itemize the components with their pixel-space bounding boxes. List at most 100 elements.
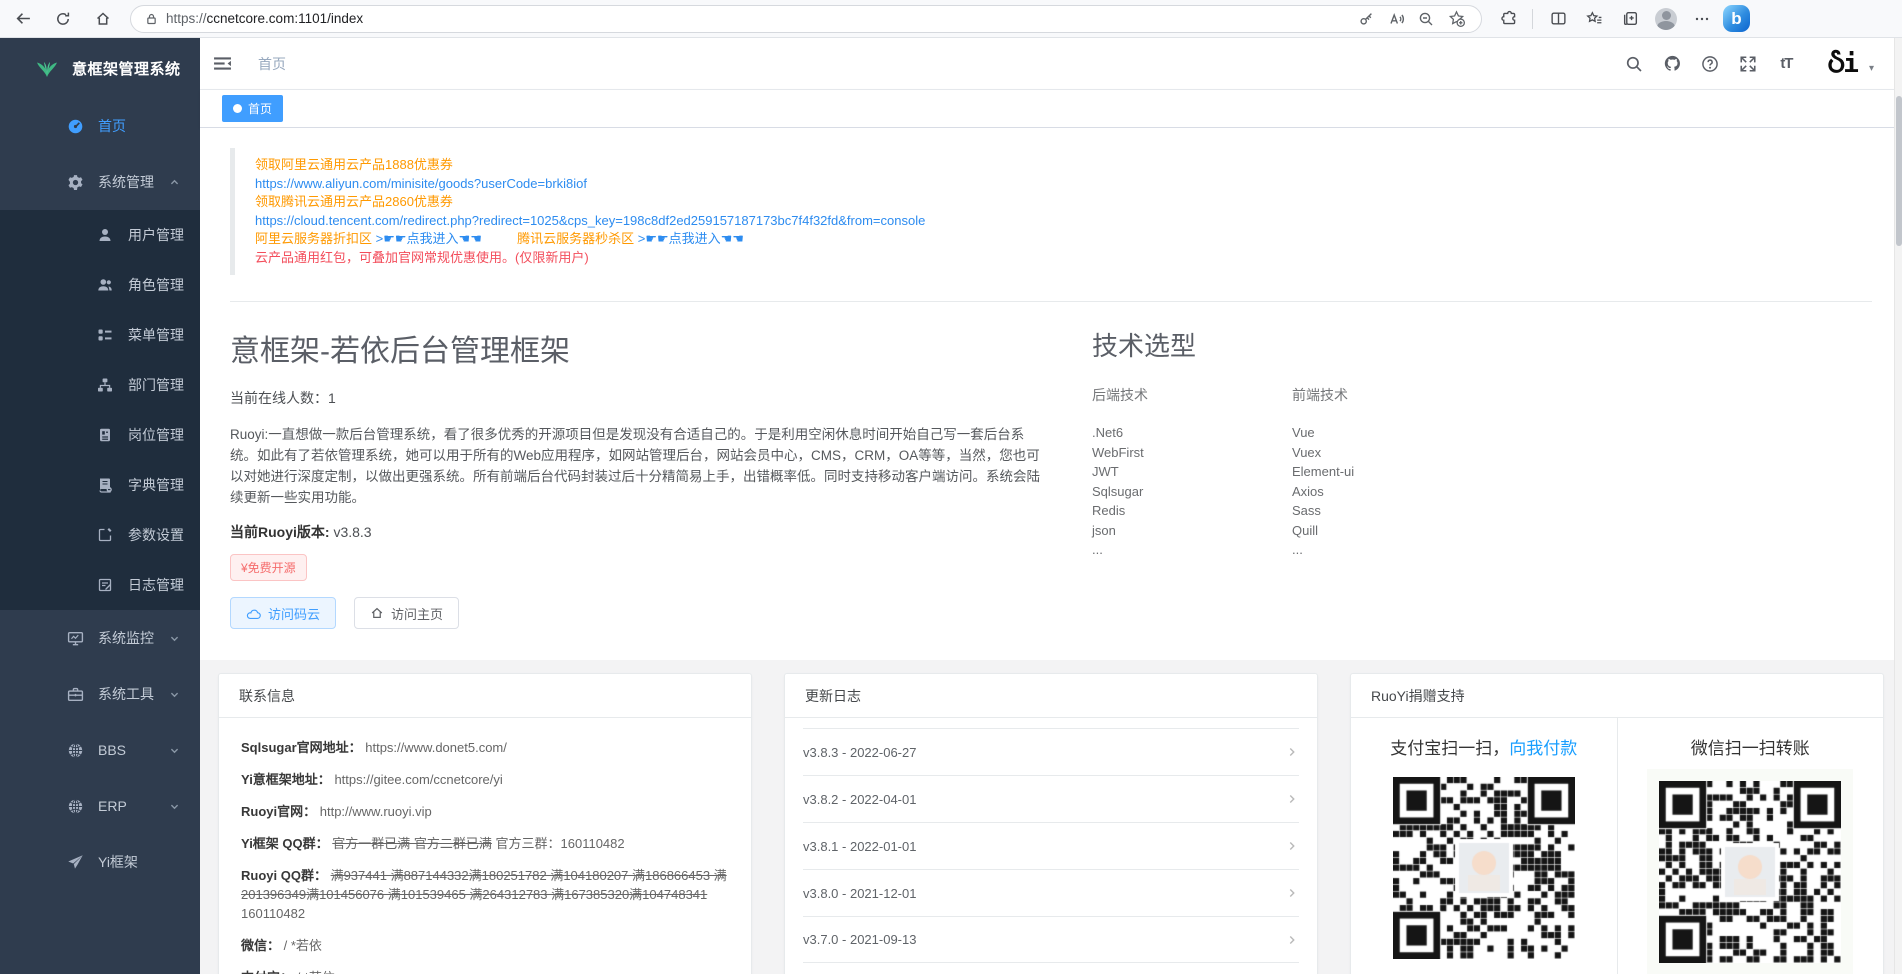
- sidebar-item-dict-mgmt[interactable]: 字典管理: [0, 460, 200, 510]
- sidebar-item-menu-mgmt[interactable]: 菜单管理: [0, 310, 200, 360]
- github-icon[interactable]: [1653, 46, 1691, 82]
- changelog-item[interactable]: v3.8.2 - 2022-04-01: [803, 775, 1299, 822]
- notice-enter-link[interactable]: >☛☛点我进入☚☚: [638, 231, 744, 246]
- user-menu-caret-icon[interactable]: ▾: [1869, 63, 1874, 74]
- active-tab-dot: [233, 104, 242, 113]
- tab-home[interactable]: 首页: [222, 95, 283, 122]
- gear-icon: [66, 174, 84, 191]
- monitor-icon: [66, 630, 84, 647]
- search-icon[interactable]: [1615, 46, 1653, 82]
- users-icon: [96, 277, 114, 293]
- notice-blockquote: 领取阿里云通用云产品1888优惠券 https://www.aliyun.com…: [230, 148, 1872, 275]
- zoom-out-icon[interactable]: [1411, 6, 1441, 32]
- changelog-item[interactable]: v3.8.3 - 2022-06-27: [803, 728, 1299, 775]
- chevron-right-icon: [1285, 792, 1299, 806]
- favorites-add-star-icon[interactable]: [1441, 6, 1471, 32]
- bing-chat-icon[interactable]: b: [1723, 5, 1750, 32]
- sidebar-item-user-mgmt[interactable]: 用户管理: [0, 210, 200, 260]
- breadcrumb: 首页: [258, 54, 286, 74]
- sidebar-item-system-mgmt[interactable]: 系统管理: [0, 154, 200, 210]
- url-text[interactable]: https://ccnetcore.com:1101/index: [166, 11, 1351, 26]
- contact-value: https://www.donet5.com/: [365, 740, 507, 755]
- contact-label: Ruoyi QQ群：: [241, 868, 327, 883]
- button-label: 访问码云: [268, 604, 320, 623]
- fullscreen-icon[interactable]: [1729, 46, 1767, 82]
- collections-icon[interactable]: [1613, 4, 1647, 34]
- sidebar-toggle-icon[interactable]: [200, 55, 244, 72]
- contact-row: 支付宝： / *若依: [241, 968, 729, 974]
- contact-label: Ruoyi官网：: [241, 804, 316, 819]
- browser-more-icon[interactable]: [1685, 4, 1719, 34]
- version-line: 当前Ruoyi版本: v3.8.3: [230, 522, 1042, 542]
- chevron-right-icon: [1285, 886, 1299, 900]
- tags-view-bar: 首页: [200, 90, 1902, 128]
- tech-item: json: [1092, 523, 1292, 539]
- contact-row: Sqlsugar官网地址： https://www.donet5.com/: [241, 738, 729, 757]
- address-bar[interactable]: https://ccnetcore.com:1101/index: [130, 5, 1482, 33]
- changelog-label: v3.7.0 - 2021-09-13: [803, 932, 916, 947]
- tech-item: Axios: [1292, 484, 1492, 500]
- sidebar-item-label: 系统工具: [98, 684, 154, 704]
- sidebar-item-home[interactable]: 首页: [0, 98, 200, 154]
- alipay-pay-link[interactable]: 向我付款: [1509, 739, 1577, 758]
- alipay-text: 支付宝扫一扫，: [1390, 739, 1509, 758]
- contact-value: 官方三群：160110482: [496, 836, 625, 851]
- sidebar-item-label: 部门管理: [128, 375, 184, 395]
- changelog-item[interactable]: v3.8.1 - 2022-01-01: [803, 822, 1299, 869]
- sidebar-item-param-settings[interactable]: 参数设置: [0, 510, 200, 560]
- contact-row: Yi框架 QQ群： 官方一群已满 官方二群已满 官方三群：160110482: [241, 834, 729, 853]
- version-value: v3.8.3: [333, 524, 371, 540]
- profile-avatar[interactable]: [1649, 4, 1683, 34]
- sidebar-item-label: 用户管理: [128, 225, 184, 245]
- tech-item: Vue: [1292, 425, 1492, 441]
- visit-homepage-button[interactable]: 访问主页: [354, 597, 459, 629]
- tech-item: Sass: [1292, 503, 1492, 519]
- notice-link[interactable]: https://www.aliyun.com/minisite/goods?us…: [255, 175, 1852, 194]
- changelog-item[interactable]: v3.8.0 - 2021-12-01: [803, 869, 1299, 916]
- notice-link[interactable]: https://cloud.tencent.com/redirect.php?r…: [255, 212, 1852, 231]
- sidebar-item-bbs[interactable]: BBS: [0, 722, 200, 778]
- user-menu-logo[interactable]: Ⴢi: [1827, 49, 1857, 79]
- sidebar-item-erp[interactable]: ERP: [0, 778, 200, 834]
- sidebar-item-role-mgmt[interactable]: 角色管理: [0, 260, 200, 310]
- toolbar-divider: [1532, 9, 1533, 29]
- browser-back-icon[interactable]: [6, 4, 40, 34]
- sidebar-item-post-mgmt[interactable]: 岗位管理: [0, 410, 200, 460]
- contact-struck-value: 官方一群已满 官方二群已满: [332, 836, 492, 851]
- alipay-column: 支付宝扫一扫，向我付款: [1351, 718, 1617, 974]
- page-scrollbar[interactable]: [1894, 38, 1902, 974]
- user-icon: [96, 227, 114, 243]
- id-badge-icon: [96, 427, 114, 443]
- contact-label: 支付宝：: [241, 970, 293, 974]
- tech-item: ...: [1092, 542, 1292, 558]
- home-icon: [370, 606, 384, 620]
- sidebar-item-log-mgmt[interactable]: 日志管理: [0, 560, 200, 610]
- extensions-icon[interactable]: [1492, 4, 1526, 34]
- sidebar-item-system-monitor[interactable]: 系统监控: [0, 610, 200, 666]
- favorites-icon[interactable]: [1577, 4, 1611, 34]
- contact-value: https://gitee.com/ccnetcore/yi: [334, 772, 502, 787]
- password-key-icon[interactable]: [1351, 6, 1381, 32]
- sidebar-item-label: 系统管理: [98, 172, 154, 192]
- font-size-icon[interactable]: tT: [1767, 46, 1805, 82]
- notice-enter-link[interactable]: >☛☛点我进入☚☚: [376, 231, 482, 246]
- site-security-lock-icon[interactable]: [145, 12, 158, 26]
- changelog-item[interactable]: v3.7.0 - 2021-09-13: [803, 916, 1299, 963]
- sidebar-item-label: 字典管理: [128, 475, 184, 495]
- menu-tree-icon: [96, 327, 114, 343]
- sidebar-item-yi-framework[interactable]: Yi框架: [0, 834, 200, 890]
- split-screen-icon[interactable]: [1541, 4, 1575, 34]
- browser-home-icon[interactable]: [86, 4, 120, 34]
- free-open-source-tag: ¥免费开源: [230, 554, 307, 581]
- chevron-right-icon: [1285, 839, 1299, 853]
- browser-refresh-icon[interactable]: [46, 4, 80, 34]
- read-aloud-icon[interactable]: [1381, 6, 1411, 32]
- scrollbar-thumb[interactable]: [1896, 96, 1902, 246]
- sidebar-item-system-tools[interactable]: 系统工具: [0, 666, 200, 722]
- sidebar-item-dept-mgmt[interactable]: 部门管理: [0, 360, 200, 410]
- dictionary-book-icon: [96, 477, 114, 493]
- button-label: 访问主页: [391, 604, 443, 623]
- visit-gitee-button[interactable]: 访问码云: [230, 597, 336, 629]
- contact-value: / *若依: [284, 938, 322, 953]
- help-icon[interactable]: [1691, 46, 1729, 82]
